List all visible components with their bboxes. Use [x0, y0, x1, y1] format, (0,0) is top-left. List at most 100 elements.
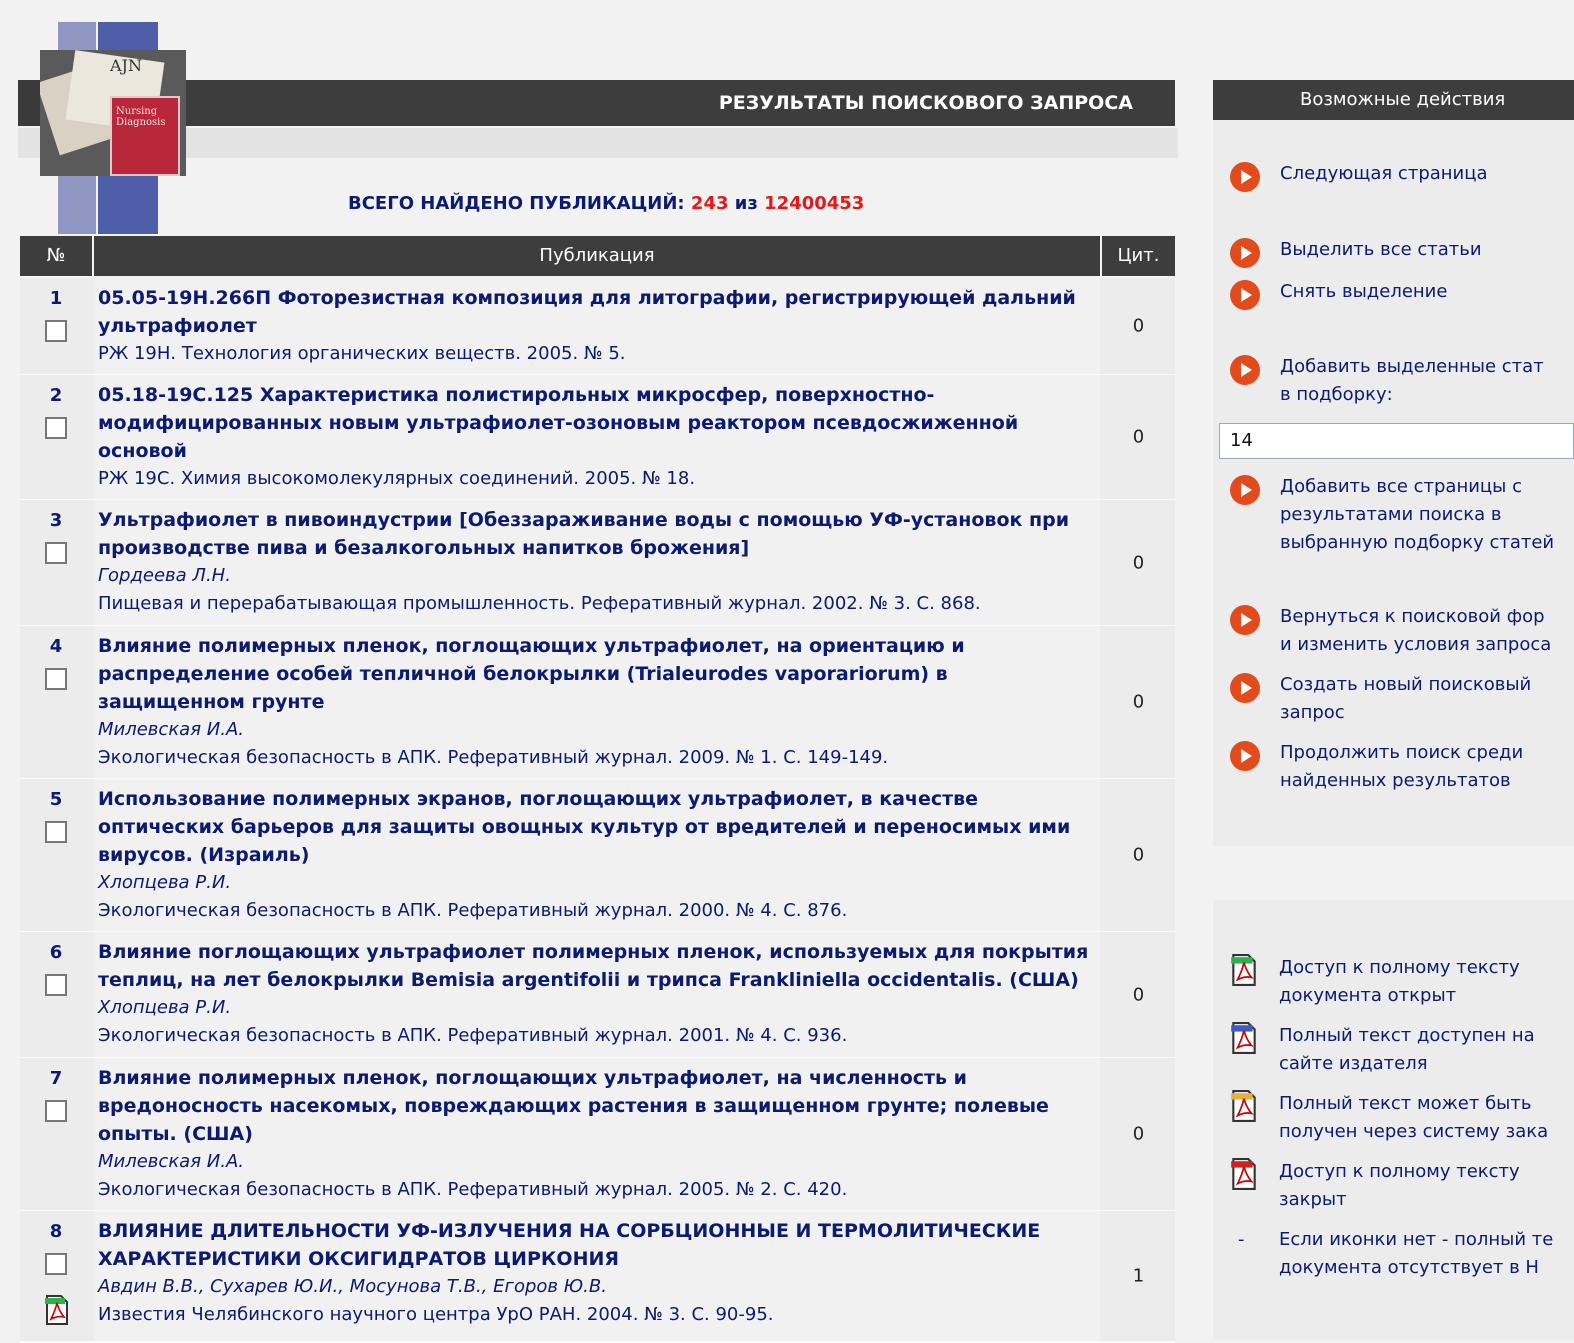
refine-search-action[interactable]: Продолжить поиск среди найденных результа… — [1230, 739, 1574, 799]
publication-authors[interactable]: Авдин В.В., Сухарев Ю.И., Мосунова Т.В.,… — [98, 1273, 1096, 1301]
row-number: 4 — [49, 636, 63, 657]
row-number: 6 — [49, 942, 63, 963]
back-to-search-link[interactable]: Вернуться к поисковой фор и изменить усло… — [1280, 603, 1551, 659]
logo-square — [98, 22, 158, 50]
arrow-right-icon — [1230, 475, 1260, 505]
publication-title-link[interactable]: Ультрафиолет в пивоиндустрии [Обеззаражи… — [98, 506, 1096, 562]
publication-source: Экологическая безопасность в АПК. Рефера… — [98, 900, 848, 921]
row-number: 5 — [49, 789, 63, 810]
column-header-number: № — [20, 236, 92, 276]
publication-title-link[interactable]: ВЛИЯНИЕ ДЛИТЕЛЬНОСТИ УФ-ИЗЛУЧЕНИЯ НА СОР… — [98, 1217, 1096, 1273]
legend-closed: Доступ к полному тексту закрыт — [1228, 1158, 1574, 1218]
select-checkbox[interactable] — [45, 668, 67, 690]
publication-authors[interactable]: Милевская И.А. — [98, 716, 1096, 744]
legend-order: Полный текст может быть получен через сис… — [1228, 1090, 1574, 1150]
publication-title-link[interactable]: 05.18-19С.125 Характеристика полистироль… — [98, 381, 1096, 465]
pdf-blue-icon — [1228, 1022, 1260, 1063]
logo-square — [58, 176, 96, 234]
table-row: 6 Влияние поглощающих ультрафиолет полим… — [20, 932, 1175, 1059]
row-number: 7 — [49, 1068, 63, 1089]
legend-publisher: Полный текст доступен на сайте издателя — [1228, 1022, 1574, 1082]
refine-search-link[interactable]: Продолжить поиск среди найденных результа… — [1280, 739, 1523, 795]
deselect-link[interactable]: Снять выделение — [1280, 278, 1447, 306]
column-header-citations: Цит. — [1102, 236, 1175, 276]
arrow-right-icon — [1230, 741, 1260, 771]
actions-panel-title: Возможные действия — [1213, 80, 1574, 120]
logo-band — [18, 128, 1178, 158]
add-all-link[interactable]: Добавить все страницы с результатами поис… — [1280, 473, 1554, 557]
logo-side-bar — [18, 80, 40, 126]
table-row: 1 05.05-19Н.266П Фоторезистная композици… — [20, 278, 1175, 376]
citation-count: 0 — [1132, 1123, 1145, 1145]
select-checkbox[interactable] — [45, 1100, 67, 1122]
citation-count: 0 — [1132, 315, 1145, 337]
row-number: 1 — [49, 288, 63, 309]
select-all-link[interactable]: Выделить все статьи — [1280, 236, 1482, 264]
column-header-publication: Публикация — [94, 236, 1100, 276]
publication-title-link[interactable]: Влияние полимерных пленок, поглощающих у… — [98, 632, 1096, 716]
pdf-yellow-icon — [1228, 1090, 1260, 1131]
citation-count: 0 — [1132, 691, 1145, 713]
results-count: ВСЕГО НАЙДЕНО ПУБЛИКАЦИЙ: 243 из 1240045… — [348, 193, 864, 214]
select-checkbox[interactable] — [45, 320, 67, 342]
publication-authors[interactable]: Милевская И.А. — [98, 1148, 1096, 1176]
arrow-right-icon — [1230, 605, 1260, 635]
legend-dash: - — [1238, 1229, 1245, 1250]
next-page-link[interactable]: Следующая страница — [1280, 160, 1488, 188]
select-all-action[interactable]: Выделить все статьи — [1230, 236, 1574, 270]
arrow-right-icon — [1230, 355, 1260, 385]
publication-title-link[interactable]: Влияние поглощающих ультрафиолет полимер… — [98, 938, 1096, 994]
row-number: 8 — [49, 1221, 63, 1242]
table-row: 7 Влияние полимерных пленок, поглощающих… — [20, 1058, 1175, 1212]
arrow-right-icon — [1230, 162, 1260, 192]
add-all-action[interactable]: Добавить все страницы с результатами поис… — [1230, 473, 1574, 563]
pdf-green-icon — [1228, 954, 1260, 995]
select-checkbox[interactable] — [45, 974, 67, 996]
select-checkbox[interactable] — [45, 417, 67, 439]
next-page-action[interactable]: Следующая страница — [1230, 160, 1574, 194]
logo-square — [58, 22, 96, 50]
select-checkbox[interactable] — [45, 542, 67, 564]
publication-authors[interactable]: Хлопцева Р.И. — [98, 994, 1096, 1022]
arrow-right-icon — [1230, 280, 1260, 310]
back-to-search-action[interactable]: Вернуться к поисковой фор и изменить усло… — [1230, 603, 1574, 663]
results-total: 12400453 — [764, 193, 865, 214]
publication-authors[interactable]: Гордеева Л.Н. — [98, 562, 1096, 590]
add-selected-action[interactable]: Добавить выделенные стат в подборку: — [1230, 353, 1574, 413]
journals-logo: AJN Nursing Diagnosis — [40, 50, 186, 176]
publication-source: Экологическая безопасность в АПК. Рефера… — [98, 1025, 848, 1046]
citation-count: 1 — [1132, 1265, 1145, 1287]
publication-authors[interactable]: Хлопцева Р.И. — [98, 869, 1096, 897]
row-number: 2 — [49, 385, 63, 406]
pdf-open-access-icon[interactable] — [44, 1295, 70, 1329]
publication-title-link[interactable]: Использование полимерных экранов, поглощ… — [98, 785, 1096, 869]
select-checkbox[interactable] — [45, 1253, 67, 1275]
publication-source: Экологическая безопасность в АПК. Рефера… — [98, 747, 889, 768]
table-row: 2 05.18-19С.125 Характеристика полистиро… — [20, 375, 1175, 501]
results-count-label: ВСЕГО НАЙДЕНО ПУБЛИКАЦИЙ: — [348, 193, 685, 214]
citation-count: 0 — [1132, 844, 1145, 866]
page-title: РЕЗУЛЬТАТЫ ПОИСКОВОГО ЗАПРОСА — [186, 80, 1175, 126]
table-row: 3 Ультрафиолет в пивоиндустрии [Обеззара… — [20, 500, 1175, 627]
row-number: 3 — [49, 510, 63, 531]
publication-source: РЖ 19Н. Технология органических веществ.… — [98, 343, 626, 364]
results-of: из — [734, 193, 758, 214]
arrow-right-icon — [1230, 673, 1260, 703]
new-search-link[interactable]: Создать новый поисковый запрос — [1280, 671, 1531, 727]
publication-title-link[interactable]: 05.05-19Н.266П Фоторезистная композиция … — [98, 284, 1096, 340]
new-search-action[interactable]: Создать новый поисковый запрос — [1230, 671, 1574, 731]
legend-no-icon: - Если иконки нет - полный те документа о… — [1228, 1226, 1574, 1286]
select-checkbox[interactable] — [45, 821, 67, 843]
citation-count: 0 — [1132, 984, 1145, 1005]
logo-square — [98, 176, 158, 234]
publication-source: Экологическая безопасность в АПК. Рефера… — [98, 1179, 848, 1200]
results-table-header: № Публикация Цит. — [20, 236, 1175, 276]
deselect-action[interactable]: Снять выделение — [1230, 278, 1574, 312]
publication-source: РЖ 19С. Химия высокомолекулярных соедине… — [98, 468, 696, 489]
pdf-red-icon — [1228, 1158, 1260, 1199]
table-row: 8 ВЛИЯНИЕ ДЛИТЕЛЬНОСТИ УФ-ИЗЛУЧЕНИЯ НА С… — [20, 1211, 1175, 1343]
publication-title-link[interactable]: Влияние полимерных пленок, поглощающих у… — [98, 1064, 1096, 1148]
collection-select[interactable]: 14 — [1219, 423, 1574, 459]
add-selected-link[interactable]: Добавить выделенные стат в подборку: — [1280, 353, 1544, 409]
publication-source: Известия Челябинского научного центра Ур… — [98, 1304, 774, 1325]
